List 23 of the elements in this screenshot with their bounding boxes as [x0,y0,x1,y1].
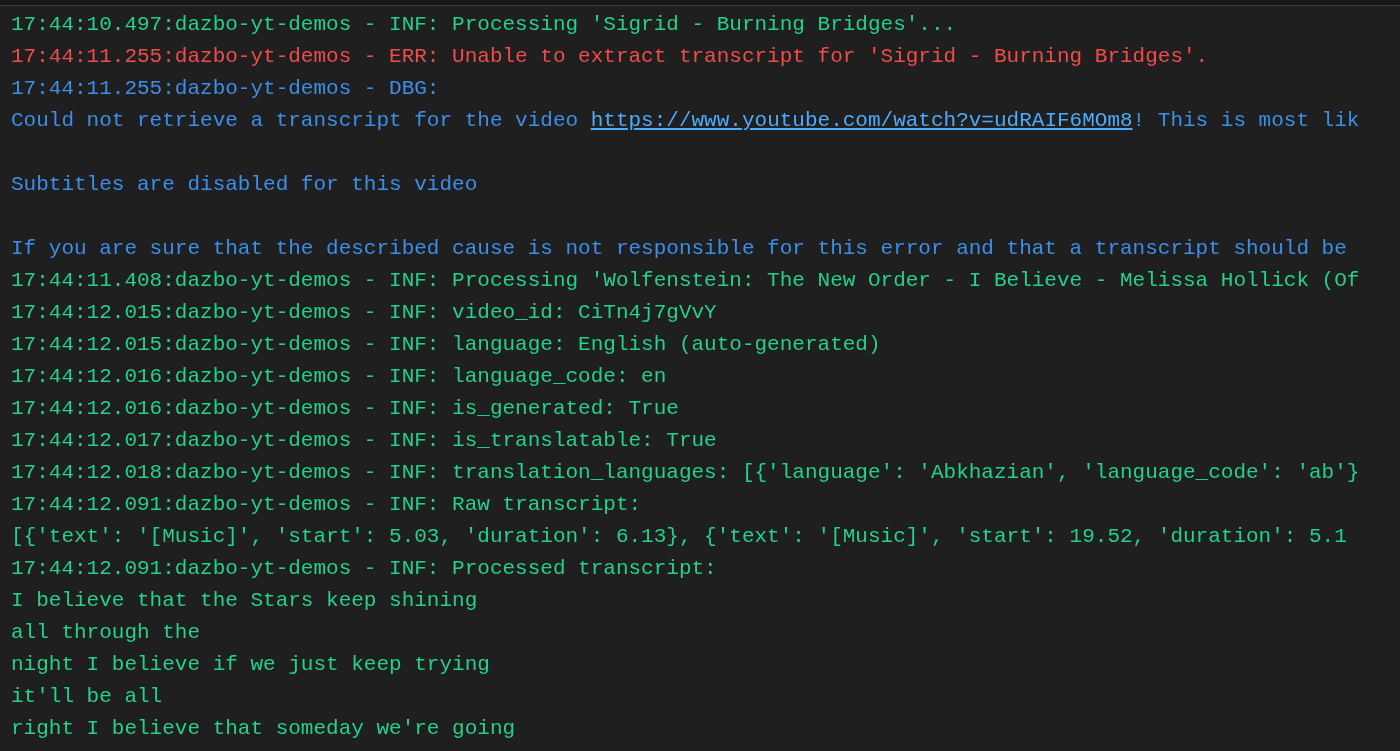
log-line: 17:44:12.017:dazbo-yt-demos - INF: is_translatable: True [11,429,717,452]
log-line: 17:44:10.497:dazbo-yt-demos - INF: Processing 'Sigrid - Burning Bridges'... [11,13,957,36]
log-line: 17:44:12.015:dazbo-yt-demos - INF: language: English (auto-generated) [11,333,881,356]
log-line: 17:44:12.091:dazbo-yt-demos - INF: Raw transcript: [11,493,642,516]
debug-log-line: Subtitles are disabled for this video [11,173,478,196]
log-line: night I believe if we just keep trying [11,653,490,676]
url-link[interactable]: https://www.youtube.com/watch?v=udRAIF6MOm8 [590,109,1133,132]
log-line: 17:44:12.018:dazbo-yt-demos - INF: translation_languages: [{'language': 'Abkhazian', 'language_code': 'ab'} [11,461,1360,484]
log-text: ! This is most lik [1132,109,1360,132]
log-line: all through the [11,621,201,644]
log-line: it'll be all [11,685,163,708]
log-text: Could not retrieve a transcript for the video [11,109,579,132]
log-line: 17:44:12.091:dazbo-yt-demos - INF: Processed transcript: [11,557,717,580]
log-line: 17:44:12.016:dazbo-yt-demos - INF: is_generated: True [11,397,679,420]
debug-log-line: 17:44:11.255:dazbo-yt-demos - DBG: [11,77,440,100]
debug-log-line: If you are sure that the described cause is not responsible for this error and that a transcript should be [11,237,1347,260]
log-line: 17:44:12.015:dazbo-yt-demos - INF: video_id: CiTn4j7gVvY [11,301,717,324]
log-line: 17:44:12.016:dazbo-yt-demos - INF: language_code: en [11,365,667,388]
log-line: right I believe that someday we're going [11,717,516,740]
error-log-line: 17:44:11.255:dazbo-yt-demos - ERR: Unable to extract transcript for 'Sigrid - Burning Bridges'. [11,45,1209,68]
log-line: 17:44:11.408:dazbo-yt-demos - INF: Processing 'Wolfenstein: The New Order - I Believe - Melissa Hollick (Of [11,269,1360,292]
log-line: [{'text': '[Music]', 'start': 5.03, 'duration': 6.13}, {'text': '[Music]', 'start': 19.52, 'duration': 5.1 [11,525,1347,548]
log-line: I believe that the Stars keep shining [11,589,478,612]
